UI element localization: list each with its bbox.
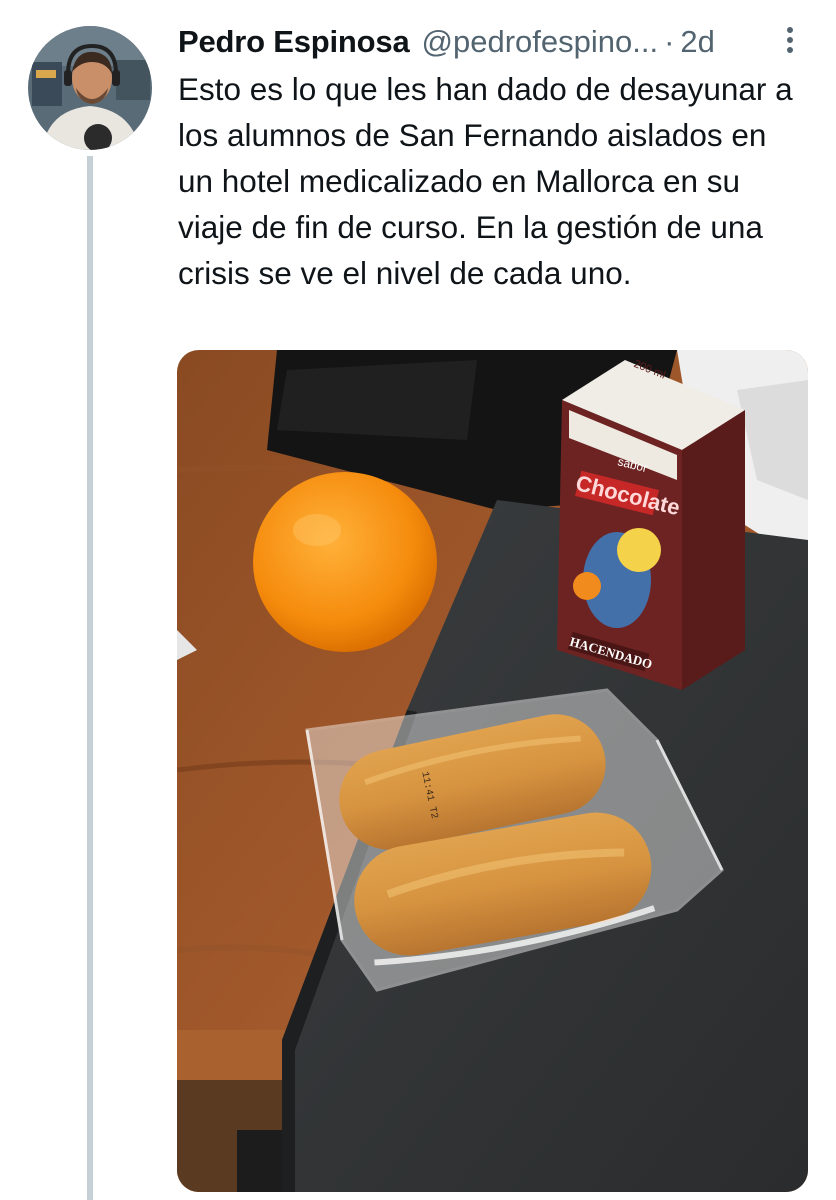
tweet: Pedro Espinosa @pedrofespino... · 2d Est…	[0, 0, 836, 1200]
breakfast-photo: Chocolate sabor HACENDADO 200 ml 11:41 T…	[177, 350, 808, 1192]
author-display-name[interactable]: Pedro Espinosa	[178, 22, 410, 62]
tweet-timestamp[interactable]: 2d	[680, 22, 714, 62]
author-handle[interactable]: @pedrofespino...	[422, 22, 659, 62]
profile-photo	[28, 26, 152, 150]
tweet-text: Esto es lo que les han dado de desayunar…	[178, 71, 793, 291]
thread-line	[87, 156, 93, 1200]
tweet-header: Pedro Espinosa @pedrofespino... · 2d	[178, 22, 798, 62]
more-vertical-icon[interactable]	[776, 20, 806, 60]
avatar[interactable]	[28, 26, 152, 150]
separator-dot: ·	[664, 24, 675, 59]
tweet-photo[interactable]: Chocolate sabor HACENDADO 200 ml 11:41 T…	[177, 350, 808, 1192]
